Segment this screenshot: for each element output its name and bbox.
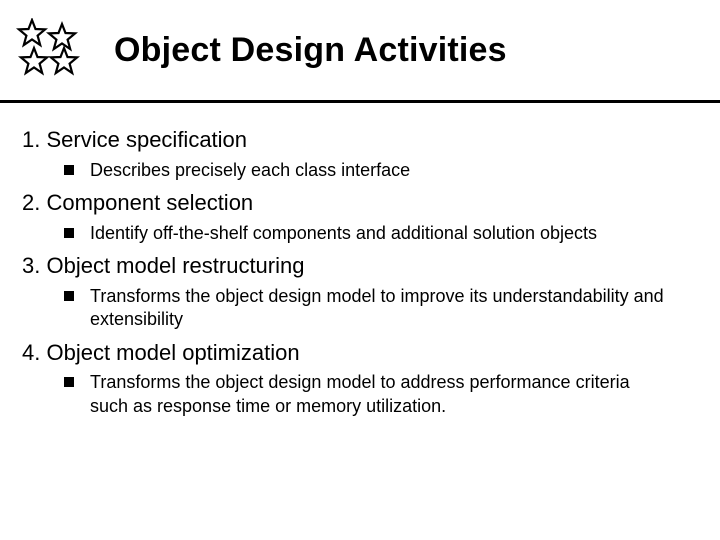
sub-item-text: Describes precisely each class interface <box>90 159 410 182</box>
square-bullet-icon <box>64 165 74 175</box>
list-item: 1. Service specification Describes preci… <box>22 125 692 182</box>
sub-item-text: Identify off-the-shelf components and ad… <box>90 222 597 245</box>
item-number: 1. <box>22 127 40 152</box>
slide-content: 1. Service specification Describes preci… <box>0 103 720 418</box>
item-number: 4. <box>22 340 40 365</box>
list-item: 3. Object model restructuring Transforms… <box>22 251 692 331</box>
item-label: Object model restructuring <box>46 253 304 278</box>
item-heading: 3. Object model restructuring <box>22 251 692 281</box>
slide-title: Object Design Activities <box>114 31 507 70</box>
sub-item: Describes precisely each class interface <box>22 159 692 182</box>
sub-item: Transforms the object design model to im… <box>22 285 692 332</box>
item-heading: 1. Service specification <box>22 125 692 155</box>
sub-item-text: Transforms the object design model to im… <box>90 285 670 332</box>
list-item: 4. Object model optimization Transforms … <box>22 338 692 418</box>
item-heading: 4. Object model optimization <box>22 338 692 368</box>
item-label: Service specification <box>46 127 247 152</box>
stars-icon <box>10 18 96 82</box>
square-bullet-icon <box>64 228 74 238</box>
list-item: 2. Component selection Identify off-the-… <box>22 188 692 245</box>
item-number: 3. <box>22 253 40 278</box>
item-heading: 2. Component selection <box>22 188 692 218</box>
item-label: Object model optimization <box>46 340 299 365</box>
sub-item-text: Transforms the object design model to ad… <box>90 371 670 418</box>
square-bullet-icon <box>64 377 74 387</box>
item-label: Component selection <box>46 190 253 215</box>
square-bullet-icon <box>64 291 74 301</box>
sub-item: Transforms the object design model to ad… <box>22 371 692 418</box>
sub-item: Identify off-the-shelf components and ad… <box>22 222 692 245</box>
slide-header: Object Design Activities <box>0 0 720 82</box>
item-number: 2. <box>22 190 40 215</box>
